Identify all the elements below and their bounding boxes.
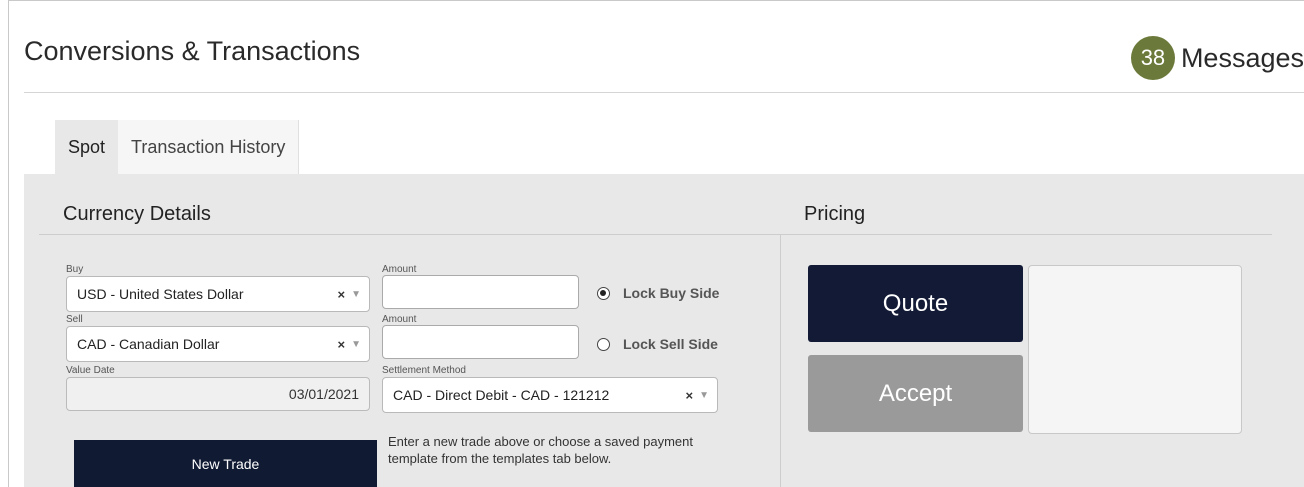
messages-link[interactable]: 38 Messages bbox=[1130, 36, 1304, 80]
column-divider bbox=[780, 235, 781, 487]
messages-count-badge: 38 bbox=[1130, 36, 1175, 80]
clear-icon[interactable]: × bbox=[338, 287, 346, 302]
new-trade-hint: Enter a new trade above or choose a save… bbox=[388, 434, 693, 466]
lock-buy-side-label: Lock Buy Side bbox=[623, 285, 720, 301]
buy-currency-select[interactable]: USD - United States Dollar × ▼ bbox=[66, 276, 370, 312]
sell-currency-select[interactable]: CAD - Canadian Dollar × ▼ bbox=[66, 326, 370, 362]
new-trade-button[interactable]: New Trade bbox=[74, 440, 377, 487]
clear-icon[interactable]: × bbox=[686, 388, 694, 403]
chevron-down-icon[interactable]: ▼ bbox=[351, 339, 361, 350]
radio-button-checked[interactable] bbox=[597, 286, 610, 300]
tab-transaction-history[interactable]: Transaction History bbox=[118, 120, 300, 174]
spot-panel: Currency Details Pricing Buy USD - Unite… bbox=[24, 174, 1304, 487]
messages-label: Messages bbox=[1180, 42, 1304, 73]
value-date-value: 03/01/2021 bbox=[288, 386, 359, 402]
chevron-down-icon[interactable]: ▼ bbox=[351, 289, 361, 300]
value-date-label: Value Date bbox=[66, 365, 115, 376]
lock-sell-side-option[interactable]: Lock Sell Side bbox=[597, 336, 718, 352]
sell-amount-input[interactable] bbox=[382, 325, 579, 359]
currency-details-heading: Currency Details bbox=[63, 203, 211, 225]
accept-button[interactable]: Accept bbox=[808, 355, 1023, 432]
value-date-field: 03/01/2021 bbox=[66, 377, 370, 411]
settlement-method-label: Settlement Method bbox=[382, 365, 466, 376]
sell-label: Sell bbox=[66, 314, 83, 325]
clear-icon[interactable]: × bbox=[338, 337, 346, 352]
quote-button[interactable]: Quote bbox=[808, 265, 1023, 342]
chevron-down-icon[interactable]: ▼ bbox=[699, 390, 709, 401]
radio-button-unchecked[interactable] bbox=[597, 337, 610, 351]
pricing-heading: Pricing bbox=[804, 203, 866, 225]
title-divider bbox=[24, 92, 1304, 93]
app-frame: Conversions & Transactions 38 Messages S… bbox=[8, 0, 1304, 487]
lock-sell-side-label: Lock Sell Side bbox=[623, 336, 718, 352]
sell-amount-label: Amount bbox=[382, 314, 417, 325]
settlement-method-value: CAD - Direct Debit - CAD - 121212 bbox=[393, 387, 610, 403]
sell-currency-value: CAD - Canadian Dollar bbox=[77, 336, 220, 352]
buy-amount-input[interactable] bbox=[382, 275, 579, 309]
page-title: Conversions & Transactions bbox=[24, 36, 361, 66]
section-divider bbox=[39, 234, 1272, 235]
buy-label: Buy bbox=[66, 264, 84, 275]
lock-buy-side-option[interactable]: Lock Buy Side bbox=[597, 285, 719, 301]
buy-amount-label: Amount bbox=[382, 264, 417, 275]
settlement-method-select[interactable]: CAD - Direct Debit - CAD - 121212 × ▼ bbox=[382, 377, 718, 413]
price-display-box bbox=[1028, 265, 1242, 434]
tab-bar: Spot Transaction History bbox=[55, 120, 300, 174]
tab-spot[interactable]: Spot bbox=[55, 120, 119, 174]
buy-currency-value: USD - United States Dollar bbox=[77, 286, 244, 302]
